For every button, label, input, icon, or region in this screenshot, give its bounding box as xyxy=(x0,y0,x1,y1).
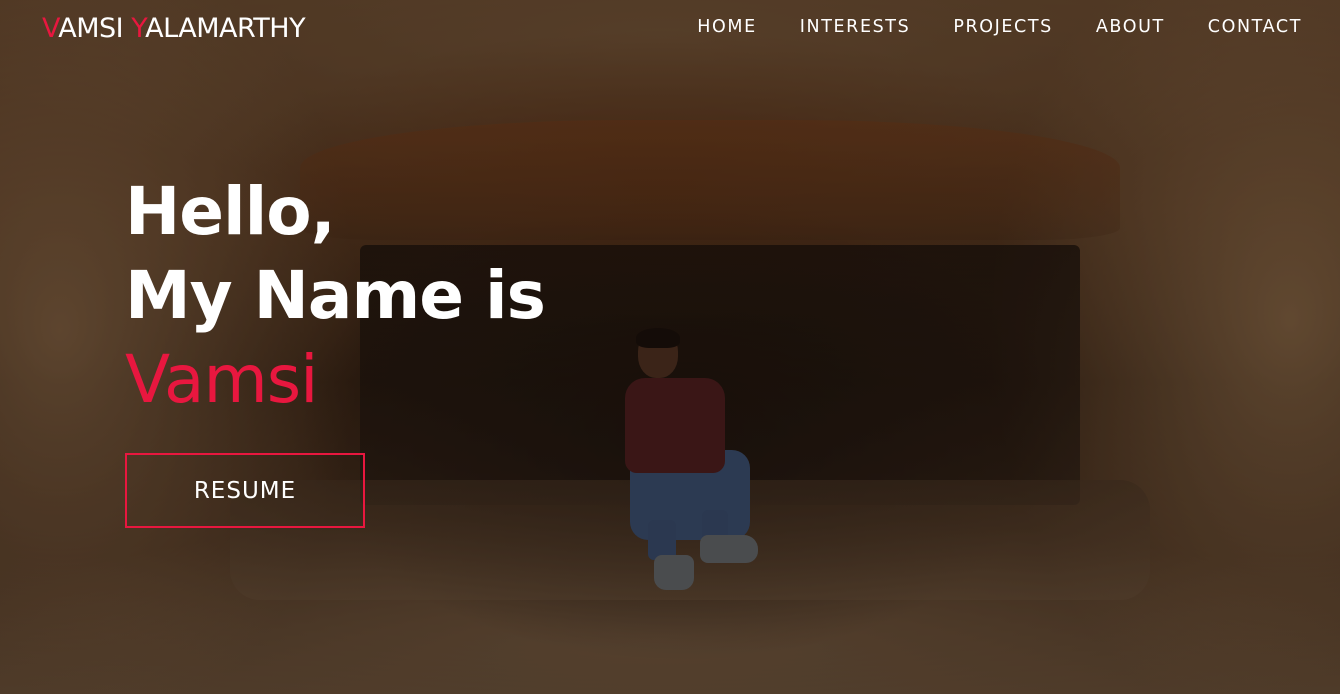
navbar: VAMSI YALAMARTHY HOME INTERESTS PROJECTS… xyxy=(0,0,1340,58)
hero-intro: My Name is xyxy=(125,257,546,334)
person-hair xyxy=(636,328,680,348)
person-shoe-right xyxy=(700,535,758,563)
nav-item-about[interactable]: ABOUT xyxy=(1096,17,1165,37)
site-logo[interactable]: VAMSI YALAMARTHY xyxy=(42,13,306,44)
hero-headline: Hello, My Name is Vamsi xyxy=(125,170,546,422)
hero-greeting: Hello, xyxy=(125,173,336,250)
person-shoe-left xyxy=(654,555,694,590)
logo-last-rest: ALAMARTHY xyxy=(145,13,306,44)
logo-first-initial: V xyxy=(42,13,59,44)
main-nav: HOME INTERESTS PROJECTS ABOUT CONTACT xyxy=(654,17,1302,37)
person-torso xyxy=(625,378,725,473)
logo-first-rest: AMSI xyxy=(58,13,132,44)
logo-last-initial: Y xyxy=(131,13,146,44)
nav-item-projects[interactable]: PROJECTS xyxy=(953,17,1053,37)
nav-item-interests[interactable]: INTERESTS xyxy=(800,17,911,37)
nav-item-home[interactable]: HOME xyxy=(697,17,757,37)
background-photo-person xyxy=(620,328,760,595)
resume-button[interactable]: RESUME xyxy=(125,453,365,528)
nav-item-contact[interactable]: CONTACT xyxy=(1208,17,1302,37)
hero-name: Vamsi xyxy=(125,341,318,418)
hero-content: Hello, My Name is Vamsi xyxy=(125,170,546,422)
person-shin-left xyxy=(648,520,676,560)
